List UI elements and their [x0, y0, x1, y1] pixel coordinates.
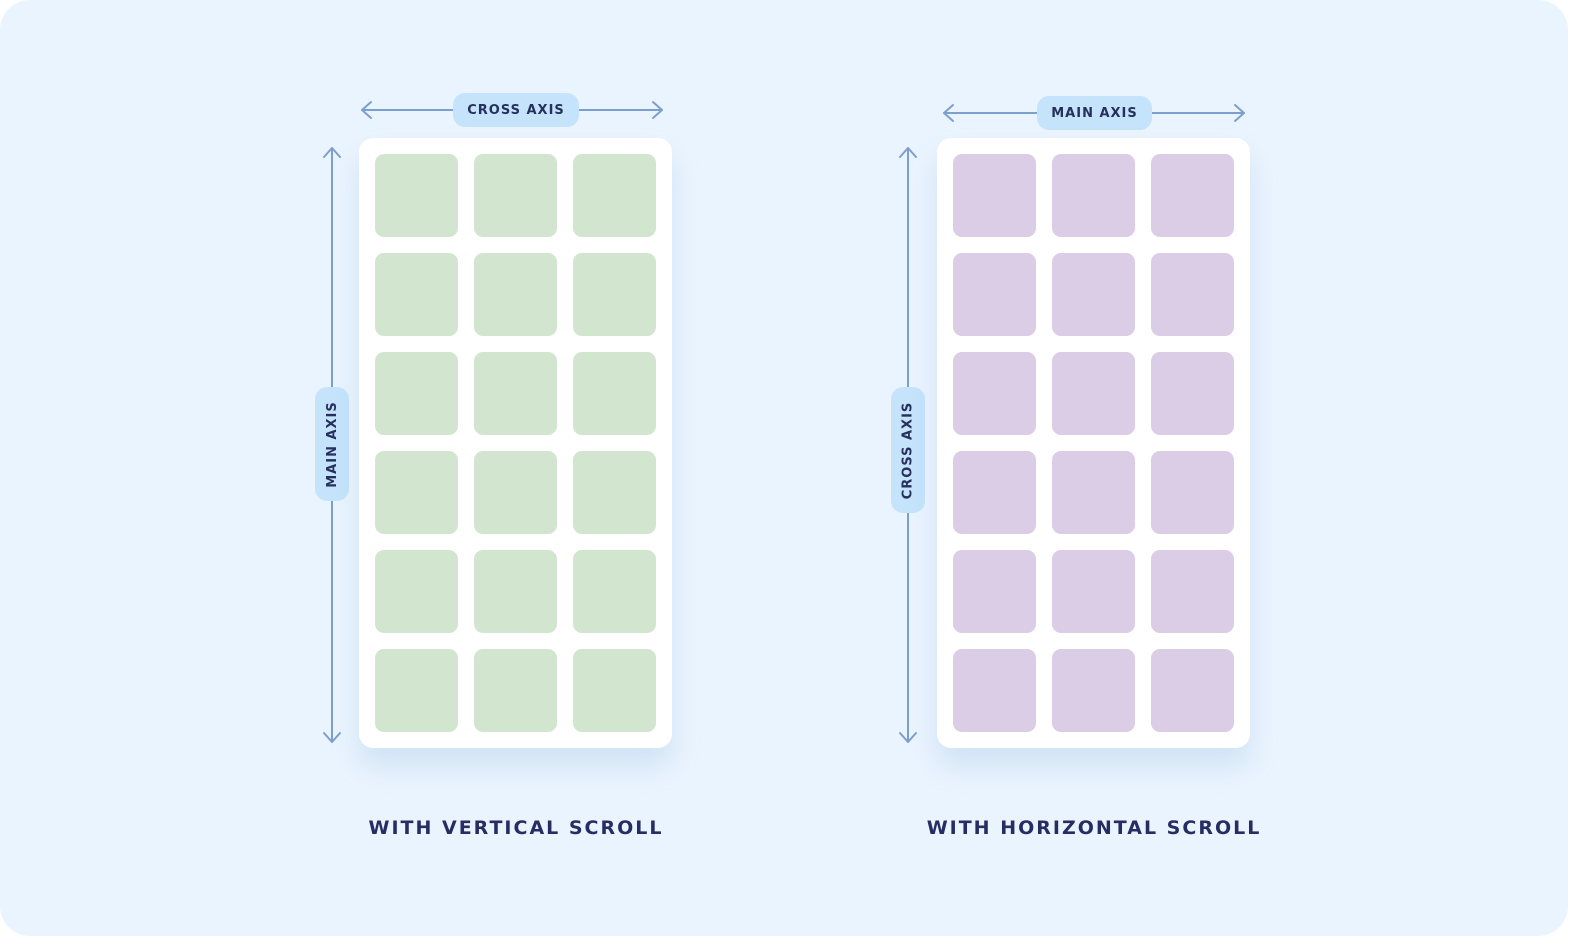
grid-tile	[573, 154, 656, 237]
grid-tile	[953, 253, 1036, 336]
grid-tile	[1052, 154, 1135, 237]
grid-tile	[474, 352, 557, 435]
grid-tile	[474, 253, 557, 336]
grid-tile	[573, 253, 656, 336]
grid-tile	[1151, 352, 1234, 435]
diagram-canvas: CROSS AXIS MAIN AXIS WITH VERTICAL SCROL…	[0, 0, 1568, 936]
main-axis-label: MAIN AXIS	[315, 387, 349, 501]
cross-axis-label: CROSS AXIS	[891, 387, 925, 513]
grid-tile	[1151, 154, 1234, 237]
grid-tile	[375, 352, 458, 435]
grid-tile	[1151, 451, 1234, 534]
grid-tile	[953, 352, 1036, 435]
grid-tile	[1052, 253, 1135, 336]
grid-tile	[1052, 451, 1135, 534]
grid-tile	[474, 154, 557, 237]
grid-tile	[375, 649, 458, 732]
grid-tile	[573, 352, 656, 435]
grid-tile	[1151, 649, 1234, 732]
grid-tile	[953, 649, 1036, 732]
grid-tile	[375, 253, 458, 336]
grid-tile	[375, 451, 458, 534]
grid-tile	[953, 550, 1036, 633]
grid-tile	[953, 154, 1036, 237]
diagram-caption: WITH VERTICAL SCROLL	[368, 817, 664, 839]
grid-tile	[375, 154, 458, 237]
grid-tile	[1052, 649, 1135, 732]
diagram-caption: WITH HORIZONTAL SCROLL	[926, 817, 1262, 839]
grid-tile	[474, 451, 557, 534]
grid-tile	[1151, 253, 1234, 336]
grid-tile	[1052, 550, 1135, 633]
tile-grid	[953, 154, 1234, 732]
grid-tile	[573, 649, 656, 732]
grid-tile	[1052, 352, 1135, 435]
grid-tile	[573, 451, 656, 534]
cross-axis-label: CROSS AXIS	[453, 93, 579, 127]
scroll-container-card	[937, 138, 1250, 748]
grid-tile	[1151, 550, 1234, 633]
scroll-container-card	[359, 138, 672, 748]
grid-tile	[573, 550, 656, 633]
grid-tile	[953, 451, 1036, 534]
grid-tile	[474, 550, 557, 633]
grid-tile	[474, 649, 557, 732]
tile-grid	[375, 154, 656, 732]
main-axis-label: MAIN AXIS	[1037, 96, 1152, 130]
grid-tile	[375, 550, 458, 633]
